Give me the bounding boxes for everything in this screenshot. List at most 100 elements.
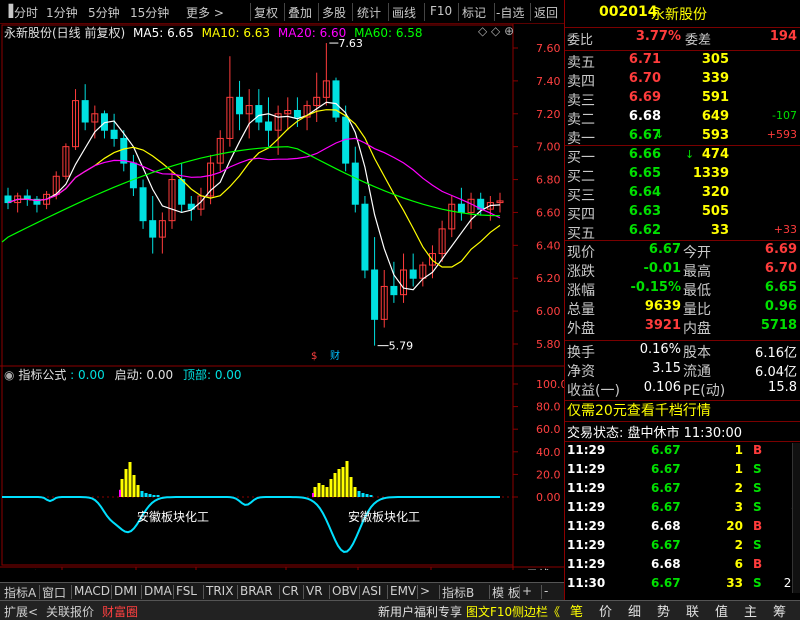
indicator-tab[interactable]: EMV <box>390 584 416 598</box>
indicator-tab[interactable]: FSL <box>176 584 197 598</box>
guanlian-button[interactable]: 关联报价 <box>46 603 94 620</box>
bid-row[interactable]: 买一 6.66 474 <box>565 147 800 168</box>
candle <box>178 163 186 213</box>
sidebar-toggle[interactable]: 侧边栏《 <box>512 603 560 620</box>
stat-row: 涨跌 -0.01 最高 6.70 <box>565 261 800 282</box>
indicator-bar <box>124 469 128 497</box>
quote-tab[interactable]: 值 <box>715 601 728 620</box>
book-level-label: 买二 <box>567 169 595 185</box>
fuquan-button[interactable]: 复权 <box>254 4 278 21</box>
book-volume: 339 <box>701 71 729 86</box>
indicator-tab[interactable]: 模 板 <box>492 584 520 601</box>
ticks-scrollbar[interactable] <box>792 443 800 593</box>
indicator-bar <box>325 487 329 497</box>
indicator-title[interactable]: 指标公式 <box>18 368 66 382</box>
indicator-tab[interactable]: MACD <box>74 584 110 598</box>
bid-row[interactable]: 买四 6.63 505 <box>565 204 800 225</box>
fundamental-row: 净资 3.15 流通 6.04亿 <box>565 361 800 382</box>
quote-tab[interactable]: 势 <box>657 601 670 620</box>
tab-fenshi[interactable]: 分时 <box>14 4 38 21</box>
indicator-tab[interactable]: DMI <box>114 584 137 598</box>
tab-15min[interactable]: 15分钟 <box>130 4 169 21</box>
promo-row[interactable]: 仅需20元查看千档行情 <box>565 400 800 421</box>
indicator-tab[interactable]: TRIX <box>206 584 233 598</box>
indicator-tab[interactable]: ASI <box>362 584 381 598</box>
biaoji-button[interactable]: 标记 <box>462 4 486 21</box>
quote-tab[interactable]: 价 <box>599 601 612 620</box>
indicator-tab[interactable]: 指标B <box>442 584 474 601</box>
quote-tab[interactable]: 联 <box>686 601 699 620</box>
candle <box>322 43 330 106</box>
indicator-bar <box>365 494 369 497</box>
bid-row[interactable]: 买二 6.65 1339 <box>565 166 800 187</box>
promo-text[interactable]: 仅需20元查看千档行情 <box>567 400 711 420</box>
tab-5min[interactable]: 5分钟 <box>88 4 120 21</box>
book-level-label: 卖四 <box>567 74 595 90</box>
indicator-tab[interactable]: CR <box>282 584 299 598</box>
period-button[interactable]: ▐ <box>4 4 13 18</box>
indicator-tab[interactable]: > <box>420 584 430 598</box>
diejia-button[interactable]: 叠加 <box>288 4 312 21</box>
indicator-bar <box>312 493 314 497</box>
candle <box>409 253 417 287</box>
price-tick-label: 7.60 <box>536 42 561 55</box>
tick-side: S <box>753 538 762 552</box>
indicator-tab[interactable]: DMA <box>144 584 172 598</box>
candle <box>110 113 118 147</box>
indicator-legend: ◉ 指标公式 : 0.00 启动: 0.00 顶部: 0.00 <box>4 366 242 382</box>
indicator-bar <box>119 489 121 497</box>
candle <box>264 97 272 147</box>
indicator-bar <box>329 479 333 497</box>
tick-side: S <box>753 576 762 590</box>
ind-tick-label: 40.0 <box>536 446 561 459</box>
weibi-value: 3.77% <box>635 29 681 44</box>
caifuquan-button[interactable]: 财富圈 <box>102 603 138 620</box>
ask-row[interactable]: 卖三 6.69 591 <box>565 90 800 111</box>
chart-options-icon[interactable]: ◇ ◇ ⊕ <box>478 24 514 38</box>
quote-tab[interactable]: 笔 <box>570 601 583 620</box>
stat-label: 量比 <box>683 302 711 318</box>
zixuan-button[interactable]: -自选 <box>496 4 524 21</box>
quote-tab[interactable]: 细 <box>628 601 641 620</box>
tab-1min[interactable]: 1分钟 <box>46 4 78 21</box>
indicator-settings-icon[interactable]: ◉ <box>4 368 14 382</box>
duogu-button[interactable]: 多股 <box>322 4 346 21</box>
huaxian-button[interactable]: 画线 <box>392 4 416 21</box>
indicator-tab[interactable]: VR <box>306 584 323 598</box>
f10-button[interactable]: F10 <box>430 4 452 18</box>
newuser-link[interactable]: 新用户福利专享 <box>378 603 462 620</box>
ask-row[interactable]: 卖二 6.68 649 -107 <box>565 109 800 130</box>
quote-tab[interactable]: 筹 <box>773 601 786 620</box>
back-button[interactable]: 返回 <box>534 4 558 21</box>
tab-more[interactable]: 更多 > <box>186 4 224 21</box>
ask-row[interactable]: 卖四 6.70 339 <box>565 71 800 92</box>
expand-button[interactable]: 扩展< <box>4 603 38 620</box>
tongji-button[interactable]: 统计 <box>357 4 381 21</box>
ask-row[interactable]: 卖五 6.71 305 <box>565 52 800 73</box>
year-label: 2021年 <box>4 568 43 570</box>
book-level-label: 买一 <box>567 150 595 166</box>
book-volume: 591 <box>701 90 729 105</box>
price-tick-label: 6.80 <box>536 174 561 187</box>
indicator-tab[interactable]: - <box>544 584 548 598</box>
tick-price: 6.68 <box>651 519 681 533</box>
indicator-tab[interactable]: + <box>522 584 532 598</box>
ma20-value: MA20: 6.60 <box>277 26 347 40</box>
indicator-bar <box>128 462 132 497</box>
quote-tab[interactable]: 主 <box>744 601 757 620</box>
fund-label: 换手 <box>567 345 595 361</box>
kline-svg[interactable]: 安徽板块化工 安徽板块化工 7.60 7.40 7.20 7.00 6.80 6.60 6.4… <box>0 24 564 570</box>
bid-row[interactable]: 买三 6.64 320 <box>565 185 800 206</box>
indicator-tab[interactable]: 指标A <box>4 584 36 601</box>
kline-chart[interactable]: 安徽板块化工 安徽板块化工 7.60 7.40 7.20 7.00 6.80 6.60 6.4… <box>0 24 564 570</box>
stat-label: 最低 <box>683 283 711 299</box>
f10-link[interactable]: 图文F10 <box>466 603 512 620</box>
weicha-label: 委差 <box>685 33 712 48</box>
tick-row: 11:296.672S3 <box>565 538 800 559</box>
indicator-tab[interactable]: OBV <box>332 584 358 598</box>
tick-side: S <box>753 500 762 514</box>
indicator-tab[interactable]: BRAR <box>240 584 273 598</box>
tick-volume: 6 <box>734 557 743 571</box>
indicator-tab[interactable]: 窗口 <box>42 584 66 601</box>
book-volume: 649 <box>701 109 729 124</box>
